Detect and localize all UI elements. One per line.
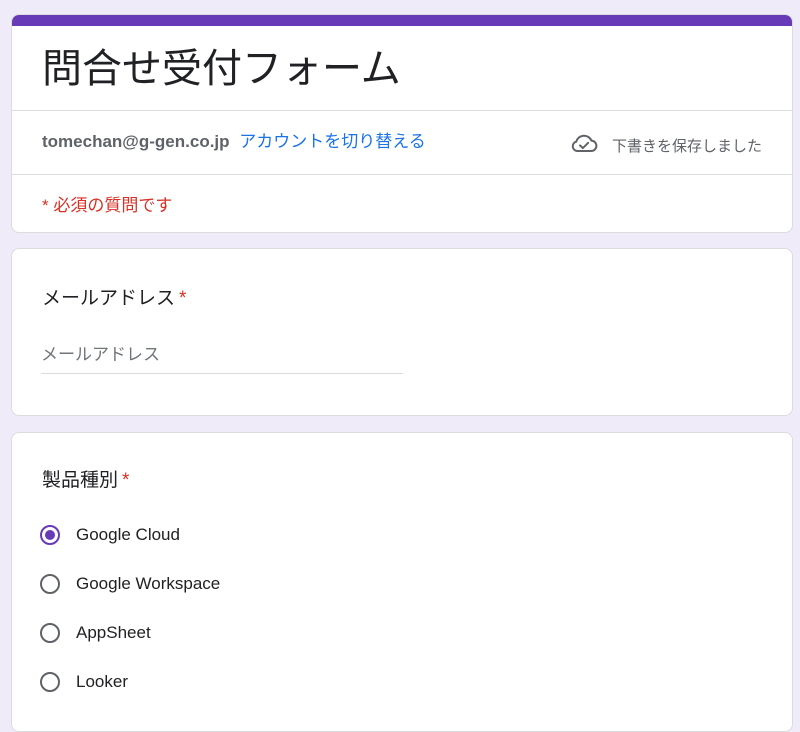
required-star: *: [122, 470, 130, 491]
option-label: Google Cloud: [76, 525, 180, 544]
radio-button[interactable]: [40, 623, 60, 643]
switch-account-link[interactable]: アカウントを切り替える: [239, 132, 426, 151]
email-question-label: メールアドレス: [42, 288, 176, 309]
draft-status-text: 下書きを保存しました: [611, 137, 762, 155]
radio-button[interactable]: [40, 574, 60, 594]
draft-status: 下書きを保存しました: [570, 132, 762, 158]
product-question-title: 製品種別 *: [42, 465, 129, 492]
form-header-card: 問合せ受付フォーム tomechan@g-gen.co.jp アカウントを切り替…: [11, 14, 793, 233]
option-appsheet[interactable]: AppSheet: [40, 623, 151, 643]
cloud-check-icon: [570, 132, 612, 158]
email-input[interactable]: [41, 341, 403, 374]
radio-button[interactable]: [40, 672, 60, 692]
account-email: tomechan@g-gen.co.jp: [42, 132, 230, 151]
email-question-title: メールアドレス *: [42, 283, 186, 310]
required-divider: [12, 174, 792, 175]
form-title: 問合せ受付フォーム: [42, 47, 401, 91]
option-label: Google Workspace: [76, 574, 221, 593]
email-question-card: メールアドレス *: [11, 248, 793, 416]
option-google-cloud[interactable]: Google Cloud: [40, 525, 180, 545]
option-label: AppSheet: [76, 623, 151, 642]
required-note: * 必須の質問です: [42, 196, 173, 215]
option-looker[interactable]: Looker: [40, 672, 128, 692]
product-question-card: 製品種別 * Google Cloud Google Workspace AppS…: [11, 432, 793, 732]
header-divider: [12, 110, 792, 111]
account-row: tomechan@g-gen.co.jp アカウントを切り替える: [42, 127, 426, 152]
radio-button-checked[interactable]: [40, 525, 60, 545]
option-label: Looker: [76, 672, 128, 691]
theme-stripe: [12, 15, 792, 26]
option-google-workspace[interactable]: Google Workspace: [40, 574, 220, 594]
required-star: *: [179, 288, 187, 309]
product-question-label: 製品種別: [42, 470, 119, 491]
